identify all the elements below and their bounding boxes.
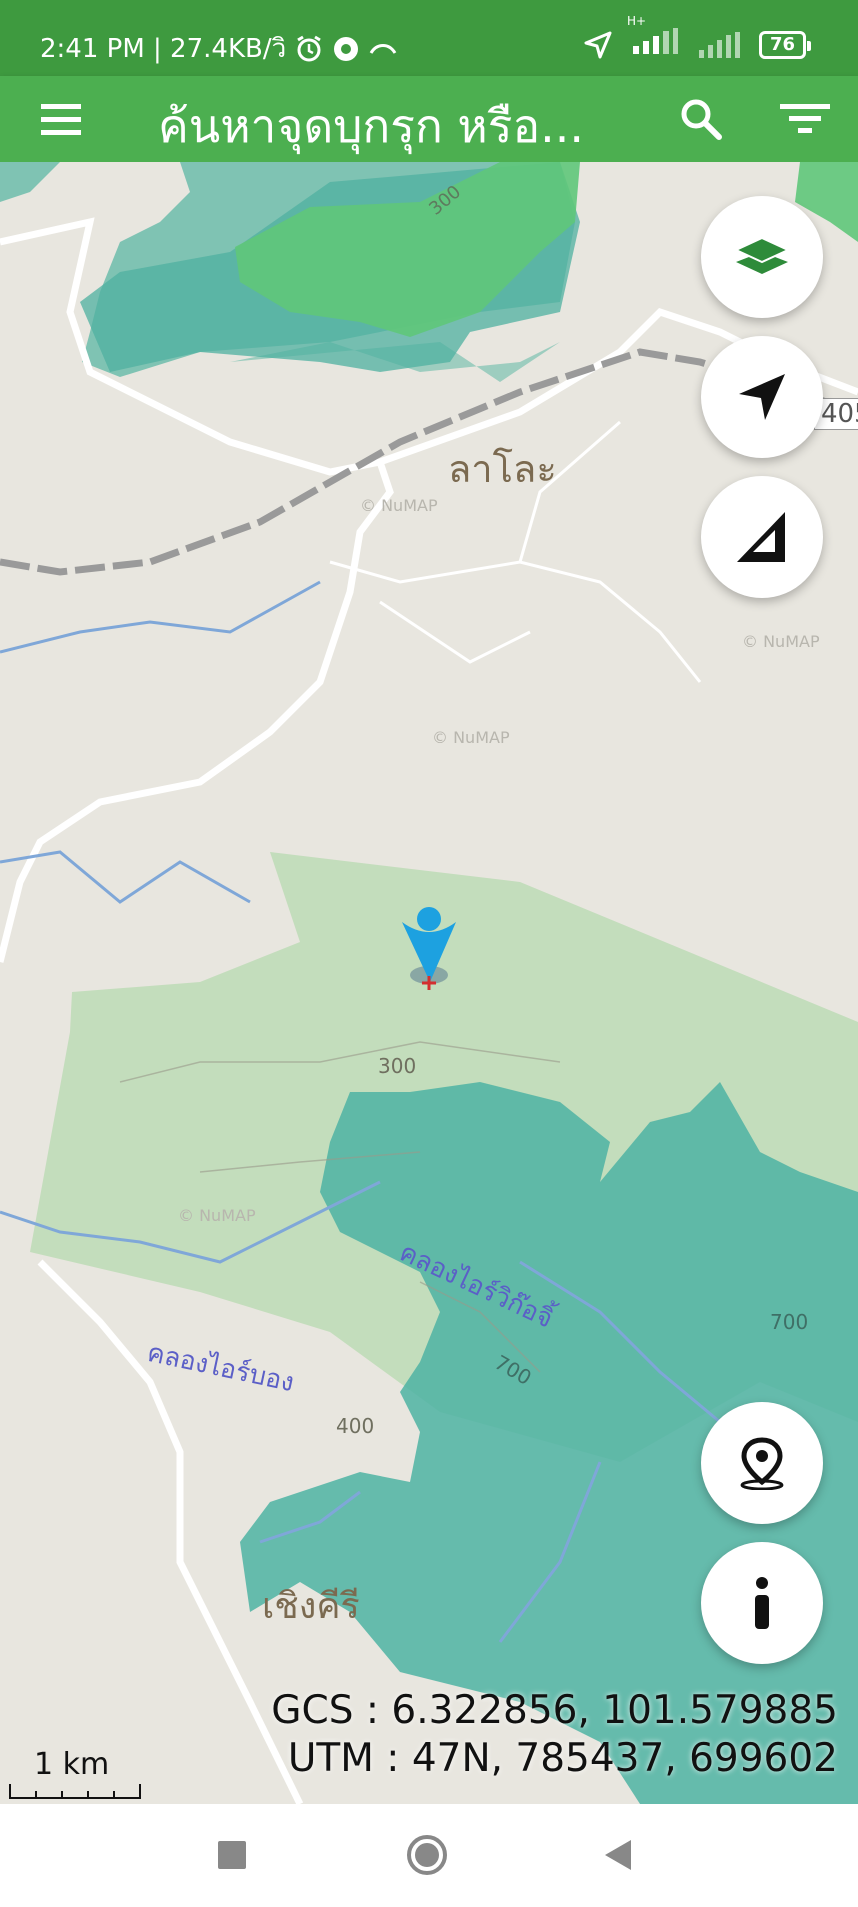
recents-square-icon[interactable]: [217, 1840, 247, 1870]
info-button[interactable]: [701, 1542, 823, 1664]
map-watermark: © NuMAP: [742, 632, 820, 651]
pin-button[interactable]: [701, 1402, 823, 1524]
contour-label: 400: [336, 1414, 375, 1438]
status-right: H+ 76: [583, 14, 812, 61]
chrome-icon: [334, 36, 359, 61]
place-label: เชิงคีรี: [262, 1586, 360, 1627]
signal-group: H+: [627, 14, 679, 61]
layers-button[interactable]: [701, 196, 823, 318]
network-type: H+: [626, 14, 647, 28]
menu-button[interactable]: [34, 92, 88, 146]
battery-indicator: 76: [758, 30, 812, 59]
contour-label: 700: [770, 1310, 809, 1334]
measure-button[interactable]: [701, 476, 823, 598]
call-forward-icon: [369, 43, 397, 54]
place-label: ลาโละ: [448, 447, 557, 491]
filter-button[interactable]: [776, 94, 834, 144]
signal-bars-2-icon: [698, 31, 740, 58]
signal-bars-icon: [632, 28, 678, 54]
location-arrow-icon: [584, 31, 612, 58]
location-pin-icon: [740, 1437, 784, 1490]
status-time: 2:41 PM | 27.4KB/วิ: [40, 34, 287, 64]
map-view[interactable]: ลาโละ เชิงคีรี คลองไอร์วิก๊อจิ้ คลองไอร์…: [0, 162, 858, 1804]
status-bar: 2:41 PM | 27.4KB/วิ H+ 76: [0, 0, 858, 76]
map-watermark: © NuMAP: [432, 728, 510, 747]
system-nav-bar: [0, 1804, 858, 1907]
hamburger-menu-icon: [41, 104, 81, 135]
search-icon: [681, 99, 722, 140]
alarm-icon: [297, 35, 321, 61]
app-bar: ค้นหาจุดบุกรุก หรือ...: [0, 76, 858, 162]
back-triangle-icon[interactable]: [603, 1838, 633, 1872]
scale-bar-label: 1 km: [34, 1747, 110, 1782]
utm-coordinates: UTM : 47N, 785437, 699602: [287, 1736, 838, 1781]
locate-button[interactable]: [701, 336, 823, 458]
gcs-coordinates: GCS : 6.322856, 101.579885: [271, 1688, 838, 1733]
navigation-arrow-icon: [739, 374, 785, 420]
search-button[interactable]: [676, 94, 726, 144]
map-watermark: © NuMAP: [360, 496, 438, 515]
layers-icon: [734, 236, 790, 274]
home-circle-icon[interactable]: [406, 1834, 448, 1876]
map-watermark: © NuMAP: [178, 1206, 256, 1225]
filter-icon: [780, 104, 830, 133]
search-title[interactable]: ค้นหาจุดบุกรุก หรือ...: [158, 90, 584, 163]
scale-bar: [9, 1784, 141, 1799]
contour-label: 300: [378, 1054, 417, 1078]
info-icon: [755, 1577, 769, 1629]
ruler-triangle-icon: [737, 512, 785, 562]
status-left: 2:41 PM | 27.4KB/วิ: [40, 28, 398, 69]
